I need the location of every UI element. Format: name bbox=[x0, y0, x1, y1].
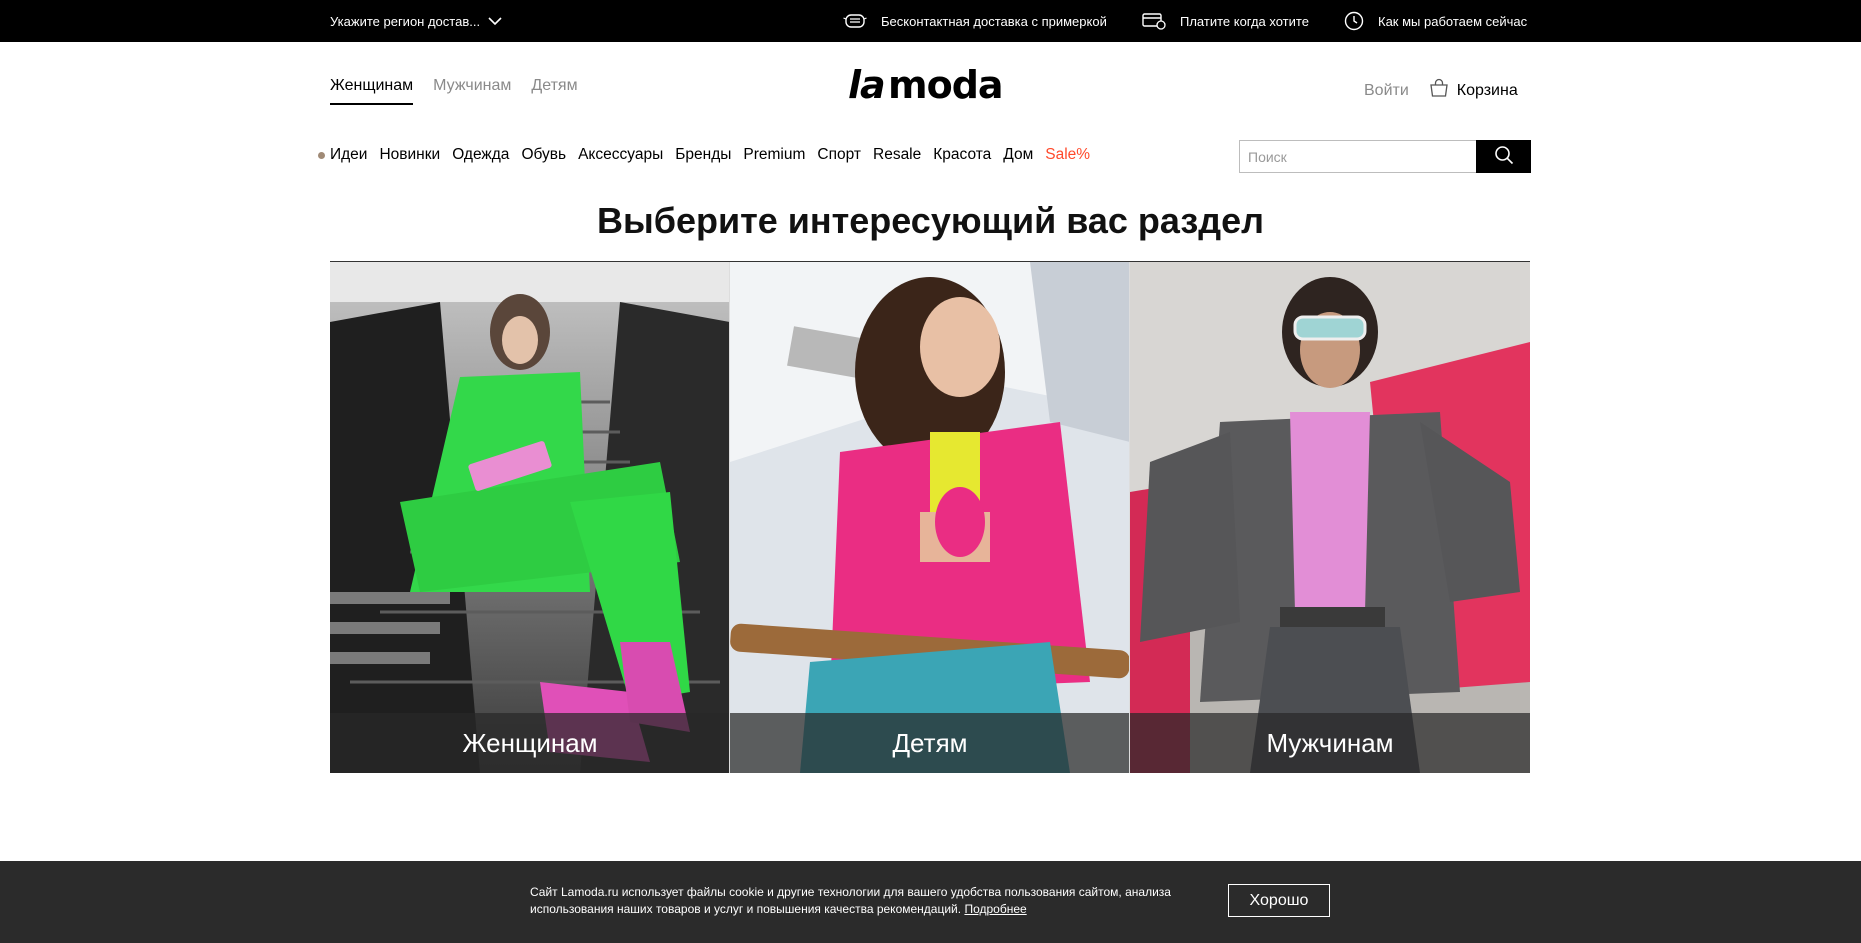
feature-label: Как мы работаем сейчас bbox=[1378, 13, 1528, 29]
category-sport[interactable]: Спорт bbox=[817, 146, 861, 164]
section-card-kids[interactable]: Детям bbox=[730, 262, 1130, 773]
section-card-women[interactable]: Женщинам bbox=[330, 262, 730, 773]
delivery-mask-icon bbox=[843, 12, 867, 30]
pay-when-you-want-link[interactable]: Платите когда хотите bbox=[1142, 0, 1309, 42]
category-accessories[interactable]: Аксессуары bbox=[578, 146, 663, 164]
payment-card-icon bbox=[1142, 12, 1166, 30]
section-cards: Женщинам Детям Мужчинам bbox=[330, 261, 1530, 773]
account-area: Войти Корзина bbox=[1364, 78, 1518, 103]
region-selector[interactable]: Укажите регион достав... bbox=[330, 0, 502, 42]
category-premium[interactable]: Premium bbox=[743, 146, 805, 164]
region-label: Укажите регион достав... bbox=[330, 13, 481, 29]
category-clothes[interactable]: Одежда bbox=[452, 146, 509, 164]
tab-women[interactable]: Женщинам bbox=[330, 77, 414, 105]
cookie-message: Сайт Lamoda.ru использует файлы cookie и… bbox=[530, 885, 1171, 916]
gender-tabs: Женщинам Мужчинам Детям bbox=[330, 77, 578, 105]
feature-label: Бесконтактная доставка с примеркой bbox=[881, 13, 1107, 29]
how-we-work-link[interactable]: Как мы работаем сейчас bbox=[1344, 0, 1527, 42]
category-brands[interactable]: Бренды bbox=[675, 146, 731, 164]
svg-text:la: la bbox=[848, 64, 885, 107]
search-button[interactable] bbox=[1476, 140, 1531, 173]
feature-label: Платите когда хотите bbox=[1180, 13, 1309, 29]
card-caption: Мужчинам bbox=[1130, 713, 1530, 773]
search-input[interactable] bbox=[1239, 140, 1476, 173]
clock-icon bbox=[1344, 11, 1364, 31]
cookie-banner: Сайт Lamoda.ru использует файлы cookie и… bbox=[0, 861, 1861, 943]
search-icon bbox=[1494, 145, 1514, 168]
category-home[interactable]: Дом bbox=[1003, 146, 1033, 164]
section-card-men[interactable]: Мужчинам bbox=[1130, 262, 1530, 773]
cart-label: Корзина bbox=[1456, 81, 1518, 99]
category-ideas[interactable]: Идеи bbox=[330, 146, 367, 164]
women-section-photo bbox=[330, 262, 729, 773]
cookie-text: Сайт Lamoda.ru использует файлы cookie и… bbox=[530, 884, 1210, 918]
category-sale[interactable]: Sale% bbox=[1045, 146, 1090, 164]
cookie-accept-button[interactable]: Хорошо bbox=[1228, 884, 1330, 917]
page-title: Выберите интересующий вас раздел bbox=[596, 200, 1265, 241]
men-section-photo bbox=[1130, 262, 1530, 773]
category-new[interactable]: Новинки bbox=[379, 146, 440, 164]
shopping-bag-icon bbox=[1429, 78, 1449, 103]
search-bar bbox=[1239, 140, 1531, 173]
ideas-dot-icon bbox=[318, 151, 325, 159]
kids-section-photo bbox=[730, 262, 1129, 773]
card-caption: Детям bbox=[730, 713, 1129, 773]
chevron-down-icon bbox=[488, 16, 502, 26]
svg-text:moda: moda bbox=[888, 64, 1003, 107]
cart-link[interactable]: Корзина bbox=[1429, 78, 1518, 103]
category-resale[interactable]: Resale bbox=[873, 146, 921, 164]
category-shoes[interactable]: Обувь bbox=[521, 146, 566, 164]
cookie-more-link[interactable]: Подробнее bbox=[964, 902, 1026, 916]
category-nav: Идеи Новинки Одежда Обувь Аксессуары Бре… bbox=[318, 146, 1102, 164]
tab-kids[interactable]: Детям bbox=[531, 77, 577, 105]
category-beauty[interactable]: Красота bbox=[933, 146, 991, 164]
tab-men[interactable]: Мужчинам bbox=[433, 77, 511, 105]
top-info-bar: Укажите регион достав... Бесконтактная д… bbox=[0, 0, 1861, 42]
lamoda-logo[interactable]: la moda bbox=[848, 63, 1013, 108]
contactless-delivery-link[interactable]: Бесконтактная доставка с примеркой bbox=[843, 0, 1107, 42]
card-caption: Женщинам bbox=[330, 713, 729, 773]
login-link[interactable]: Войти bbox=[1364, 82, 1409, 100]
